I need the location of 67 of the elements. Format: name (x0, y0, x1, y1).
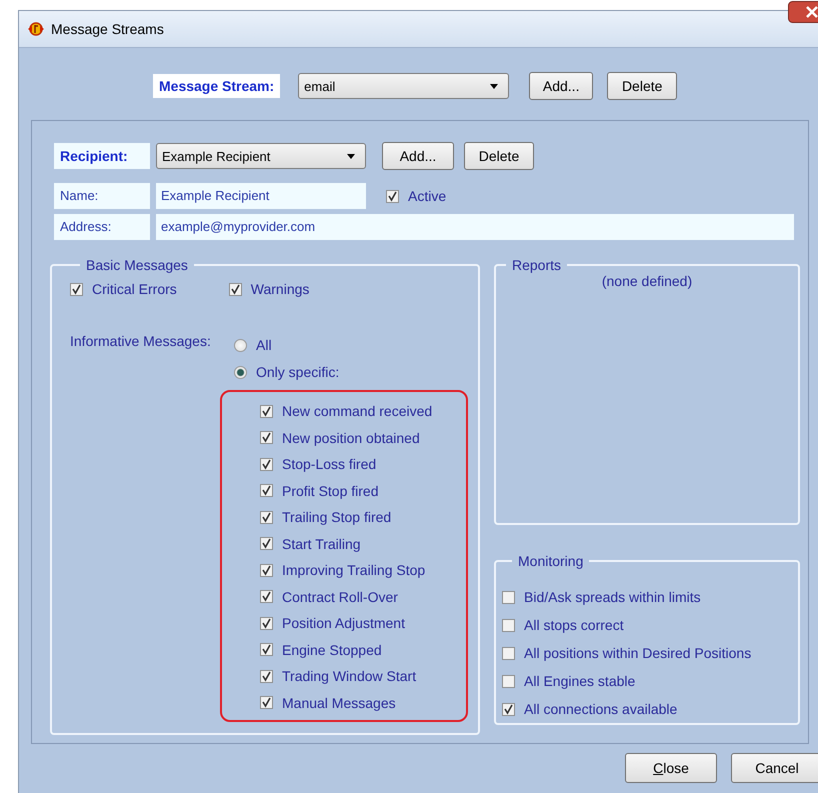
checkbox-label: Position Adjustment (282, 615, 405, 632)
checkbox-label: New position obtained (282, 430, 420, 446)
checkbox[interactable] (260, 510, 273, 524)
dialog-button[interactable]: Close (625, 753, 717, 783)
radio-button[interactable] (234, 338, 247, 352)
empty-list-text: (none defined) (602, 273, 692, 289)
window-title: Message Streams (51, 21, 164, 37)
checkbox[interactable] (260, 590, 273, 604)
checkbox[interactable] (502, 590, 515, 604)
checkbox-label: Active (408, 188, 446, 204)
dialog-button[interactable]: Cancel (731, 753, 818, 783)
address-label: Address: (54, 214, 150, 240)
dropdown-arrow-icon (347, 154, 355, 158)
checkbox[interactable] (260, 696, 273, 710)
checkbox-label: Warnings (250, 281, 310, 297)
checkbox-label: Bid/Ask spreads within limits (524, 589, 701, 605)
checkbox-label: All connections available (524, 701, 678, 717)
checkbox[interactable] (260, 537, 273, 550)
dropdown-arrow-icon (490, 84, 498, 88)
checkbox-label: Engine Stopped (282, 642, 382, 658)
informative-messages-label: Informative Messages: (70, 333, 212, 351)
recipient-action-button[interactable]: Add... (382, 142, 454, 170)
checkbox[interactable] (502, 674, 515, 688)
checkbox-label: Critical Errors (92, 281, 177, 297)
radio-button[interactable] (234, 366, 247, 378)
checkbox-label: All stops correct (524, 617, 624, 633)
name-label: Name: (54, 183, 150, 209)
checkbox[interactable] (260, 458, 273, 471)
app-icon (27, 20, 45, 38)
checkbox-label: New command received (282, 403, 432, 420)
checkbox[interactable] (260, 643, 273, 656)
radio-label: Only specific: (256, 364, 340, 380)
recipient-dropdown[interactable]: Example Recipient (156, 143, 366, 169)
checkbox[interactable] (260, 484, 273, 498)
checkbox[interactable] (228, 282, 242, 296)
name-field[interactable]: Example Recipient (156, 183, 366, 209)
recipient-action-button[interactable]: Delete (464, 142, 534, 170)
checkbox-label: All Engines stable (524, 673, 636, 689)
checkbox[interactable] (502, 702, 515, 716)
checkbox[interactable] (260, 404, 273, 418)
message-stream-label: Message Stream: (153, 74, 280, 98)
stream-action-button[interactable]: Delete (607, 72, 678, 100)
group-title: Reports (511, 257, 562, 273)
checkbox-label: Contract Roll-Over (282, 588, 398, 605)
checkbox-label: Profit Stop fired (282, 482, 378, 499)
checkbox[interactable] (70, 282, 83, 296)
message-stream-dropdown[interactable]: email (298, 73, 510, 99)
checkbox[interactable] (260, 564, 273, 577)
checkbox-label: All positions within Desired Positions (524, 645, 752, 661)
radio-label: All (256, 337, 272, 353)
checkbox-label: Start Trailing (282, 536, 361, 552)
checkbox-label: Improving Trailing Stop (282, 562, 426, 578)
checkbox-label: Manual Messages (282, 694, 396, 711)
group-title: Monitoring (517, 553, 584, 569)
checkbox-label: Stop-Loss fired (282, 456, 376, 472)
recipient-label: Recipient: (54, 143, 150, 169)
checkbox[interactable] (260, 431, 273, 444)
checkbox-label: Trailing Stop fired (282, 509, 392, 526)
checkbox[interactable] (502, 646, 515, 660)
stream-action-button[interactable]: Add... (529, 72, 594, 100)
checkbox[interactable] (260, 616, 273, 630)
checkbox[interactable] (386, 190, 399, 202)
checkbox[interactable] (260, 670, 273, 683)
checkbox[interactable] (502, 618, 515, 632)
address-field[interactable]: example@myprovider.com (156, 214, 794, 240)
group-title: Basic Messages (85, 257, 189, 273)
checkbox-label: Trading Window Start (282, 668, 416, 684)
